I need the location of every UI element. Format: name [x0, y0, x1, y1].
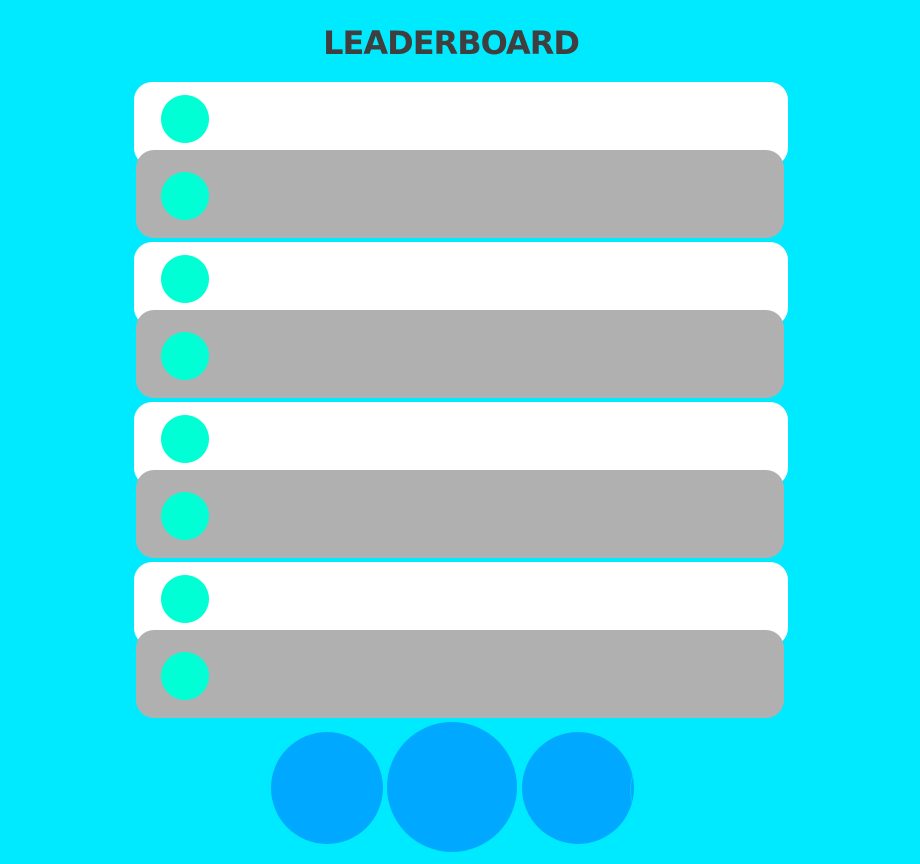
- nav-right-button[interactable]: [522, 732, 634, 844]
- nav-center-button[interactable]: [387, 722, 517, 852]
- nav-ghost-right-button[interactable]: [630, 740, 730, 840]
- leaderboard-row[interactable]: [136, 630, 784, 718]
- player-avatar: [161, 255, 209, 303]
- leaderboard-row[interactable]: [136, 150, 784, 238]
- player-avatar: [161, 95, 209, 143]
- player-avatar: [161, 652, 209, 700]
- leaderboard-row[interactable]: [136, 310, 784, 398]
- player-avatar: [161, 492, 209, 540]
- player-avatar: [161, 172, 209, 220]
- leaderboard-title: LEADERBOARD: [323, 24, 580, 62]
- player-avatar: [161, 575, 209, 623]
- player-avatar: [161, 332, 209, 380]
- player-avatar: [161, 415, 209, 463]
- bottom-nav: [0, 722, 920, 852]
- nav-ghost-left-button[interactable]: [176, 740, 276, 840]
- nav-left-button[interactable]: [271, 732, 383, 844]
- leaderboard-row[interactable]: [136, 470, 784, 558]
